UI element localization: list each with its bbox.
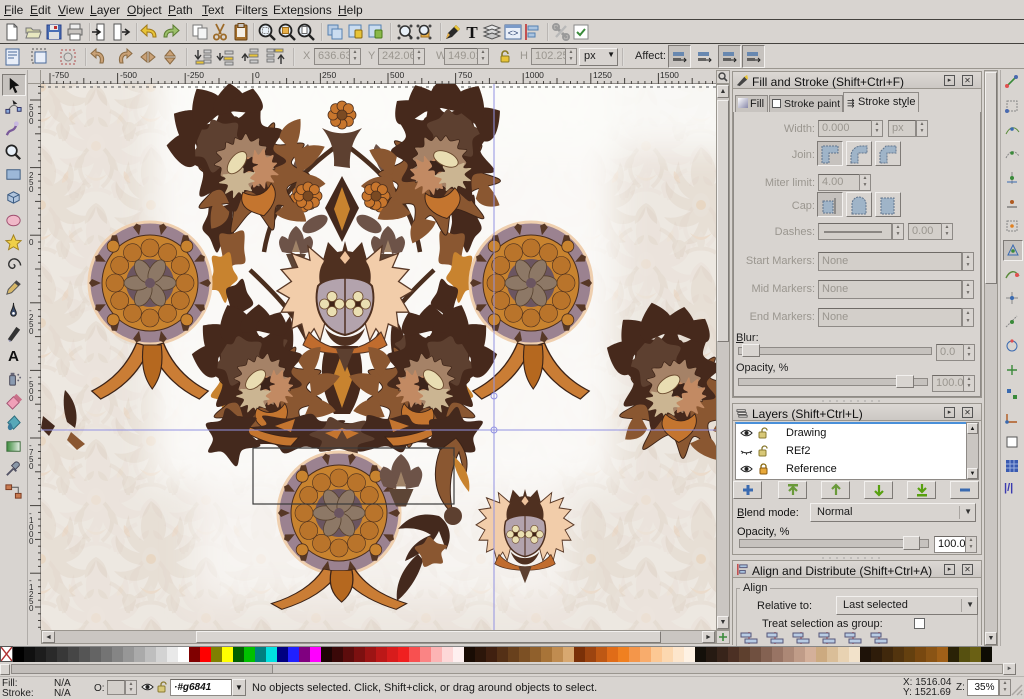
svg-text:0: 0	[29, 238, 34, 247]
svg-text:0: 0	[29, 327, 34, 336]
svg-text:0: 0	[255, 70, 260, 80]
svg-text:1500: 1500	[660, 70, 679, 80]
svg-text:0: 0	[29, 462, 34, 471]
svg-text:250: 250	[322, 70, 336, 80]
svg-text:A: A	[8, 348, 19, 365]
svg-text:0: 0	[29, 185, 34, 194]
svg-text:-750: -750	[52, 70, 69, 80]
svg-text:500: 500	[390, 70, 404, 80]
svg-text:1250: 1250	[593, 70, 612, 80]
svg-text:0: 0	[29, 117, 34, 126]
svg-text:0: 0	[29, 537, 34, 546]
svg-text:-500: -500	[120, 70, 137, 80]
svg-text:-250: -250	[187, 70, 204, 80]
svg-text:T: T	[466, 23, 478, 42]
svg-text:0: 0	[29, 604, 34, 613]
svg-text:1000: 1000	[525, 70, 544, 80]
svg-text:0: 0	[29, 394, 34, 403]
svg-text:<>: <>	[508, 28, 519, 38]
svg-text:750: 750	[458, 70, 472, 80]
